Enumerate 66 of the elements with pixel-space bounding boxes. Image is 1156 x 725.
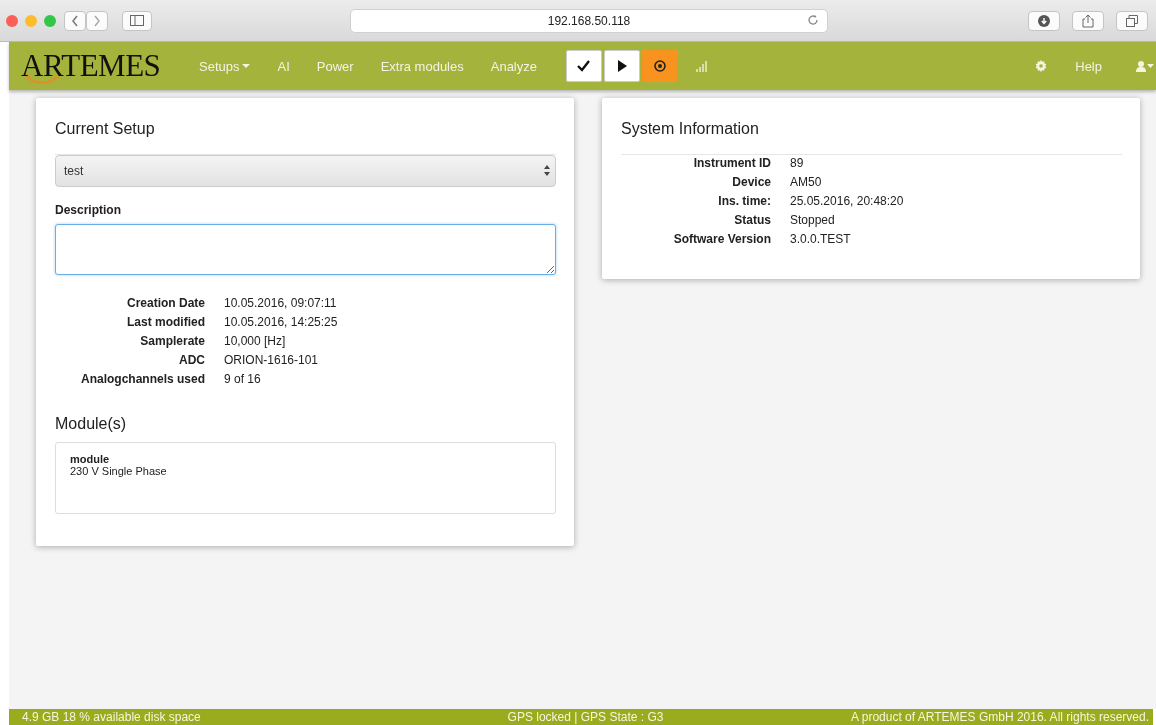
record-icon xyxy=(654,60,666,72)
field-value: 89 xyxy=(790,155,805,171)
field-label: Description xyxy=(55,203,121,217)
field-value: Stopped xyxy=(790,212,836,228)
sort-arrows-icon xyxy=(544,165,550,176)
tabs-icon xyxy=(1126,14,1138,27)
downloads-button[interactable] xyxy=(1028,10,1060,31)
field-value: 25.05.2016, 20:48:20 xyxy=(790,193,905,209)
field-value: 10.05.2016, 09:07:11 xyxy=(224,295,338,311)
download-icon xyxy=(1038,14,1050,27)
back-button[interactable] xyxy=(64,10,86,31)
logo[interactable]: ARTEMES xyxy=(21,48,161,84)
gps-status-text: GPS locked | GPS State : G3 xyxy=(507,709,664,725)
user-menu[interactable] xyxy=(1136,60,1154,72)
field-value: 10.05.2016, 14:25:25 xyxy=(224,314,339,330)
signal-icon xyxy=(696,60,707,72)
check-icon xyxy=(577,60,591,72)
caret-icon xyxy=(1147,64,1154,68)
menu-item[interactable]: Power xyxy=(306,42,371,90)
user-icon xyxy=(1136,60,1146,72)
field-label: Samplerate xyxy=(139,333,205,349)
field-label: Analogchannels used xyxy=(79,371,205,387)
reload-icon[interactable] xyxy=(807,13,819,26)
field-value: AM50 xyxy=(790,174,823,190)
menu-item[interactable]: Analyze xyxy=(480,42,554,90)
url-text: 192.168.50.118 xyxy=(547,13,631,28)
copyright-text: A product of ARTEMES GmbH 2016. All rights reserved. xyxy=(851,709,1149,725)
field-value: ORION-1616-101 xyxy=(224,352,320,368)
field-label: Ins. time: xyxy=(717,193,771,209)
section-title: Module(s) xyxy=(55,415,128,433)
field-label: Creation Date xyxy=(125,295,205,311)
settings-icon[interactable] xyxy=(1035,60,1048,72)
menu-item[interactable]: Extra modules xyxy=(370,42,481,90)
forward-button[interactable] xyxy=(86,10,108,31)
field-label: Status xyxy=(733,212,771,228)
module-description: 230 V Single Phase xyxy=(70,465,168,477)
zoom-window-button[interactable] xyxy=(44,14,56,27)
close-window-button[interactable] xyxy=(6,14,18,27)
sidebar-button[interactable] xyxy=(122,10,152,31)
back-icon xyxy=(71,14,79,27)
module-name: module xyxy=(70,453,111,465)
play-button[interactable] xyxy=(604,50,640,82)
field-value: 9 of 16 xyxy=(224,371,262,387)
field-label: Software Version xyxy=(672,231,771,247)
field-label: Device xyxy=(731,174,771,190)
share-button[interactable] xyxy=(1072,10,1104,31)
forward-icon xyxy=(93,14,101,27)
field-label: ADC xyxy=(178,352,205,368)
record-button[interactable] xyxy=(642,50,678,82)
menu-item[interactable]: Setups xyxy=(189,42,268,90)
field-value: 10,000 [Hz] xyxy=(224,333,287,349)
card-title: System Information xyxy=(621,120,1122,155)
play-icon xyxy=(617,60,627,72)
sidebar-icon xyxy=(130,15,144,26)
help-link[interactable]: Help xyxy=(1069,57,1108,75)
address-bar[interactable]: 192.168.50.118 xyxy=(350,8,828,33)
tabs-button[interactable] xyxy=(1116,10,1148,31)
field-value: 3.0.0.TEST xyxy=(790,231,852,247)
menu-item[interactable]: AI xyxy=(267,42,307,90)
share-icon xyxy=(1082,13,1094,28)
field-label: Last modified xyxy=(126,314,205,330)
field-label: Instrument ID xyxy=(692,155,771,171)
setup-select[interactable]: test xyxy=(55,155,556,187)
disk-space-text: 4.9 GB 18 % available disk space xyxy=(22,709,202,725)
check-button[interactable] xyxy=(566,50,602,82)
description-field[interactable] xyxy=(55,224,556,275)
